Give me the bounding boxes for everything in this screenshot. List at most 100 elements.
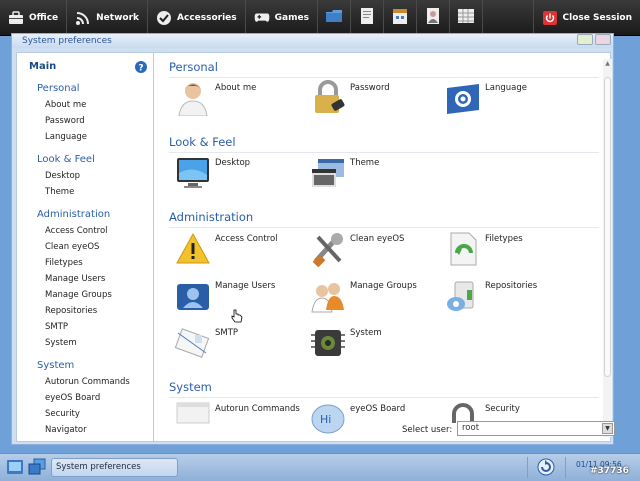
language-icon: [445, 80, 481, 116]
refresh-icon[interactable]: [537, 458, 555, 476]
quick-launch-files[interactable]: [318, 0, 351, 36]
top-menu-bar: Office Network Accessories Games Close S…: [0, 0, 640, 36]
content-scrollbar[interactable]: ▲ ▼: [603, 59, 612, 437]
svg-text:Hi: Hi: [320, 413, 331, 426]
power-icon: [542, 10, 558, 26]
quick-launch-spreadsheet[interactable]: [450, 0, 483, 36]
tools-icon: [310, 231, 346, 268]
pref-autorun-commands[interactable]: Autorun Commands: [175, 401, 300, 437]
document-icon: [359, 7, 375, 28]
chevron-down-icon[interactable]: ▼: [602, 423, 613, 434]
taskbar-system-preferences[interactable]: System preferences: [51, 458, 178, 477]
sidebar-item-repositories[interactable]: Repositories: [45, 306, 97, 316]
quick-launch-contacts[interactable]: [417, 0, 450, 36]
sidebar-category-personal[interactable]: Personal: [37, 83, 80, 94]
pref-manage-groups[interactable]: Manage Groups: [310, 278, 417, 314]
window-body: Main ? Personal About me Password Langua…: [16, 52, 615, 442]
pref-label: Access Control: [215, 234, 278, 244]
section-title-system: System: [169, 380, 212, 394]
sidebar-item-manage-users[interactable]: Manage Users: [45, 274, 105, 284]
pref-eyeos-board[interactable]: Hi eyeOS Board: [310, 401, 405, 437]
accessories-icon: [156, 10, 172, 26]
menu-accessories-label: Accessories: [177, 12, 237, 23]
sidebar-category-system[interactable]: System: [37, 360, 74, 371]
quick-launch-calendar[interactable]: [384, 0, 417, 36]
pref-language[interactable]: Language: [445, 80, 527, 116]
menu-office[interactable]: Office: [0, 0, 68, 36]
pref-label: eyeOS Board: [350, 404, 406, 414]
sidebar-item-navigator[interactable]: Navigator: [45, 425, 87, 435]
sidebar-item-password[interactable]: Password: [45, 116, 85, 126]
sidebar: Main ? Personal About me Password Langua…: [17, 53, 154, 441]
show-desktop-icon[interactable]: [6, 458, 24, 476]
users-admin-icon: [175, 278, 211, 314]
sidebar-item-manage-groups[interactable]: Manage Groups: [45, 290, 112, 300]
pref-clean-eyeos[interactable]: Clean eyeOS: [310, 231, 404, 268]
pref-smtp[interactable]: SMTP: [174, 325, 239, 361]
folder-icon: [325, 9, 343, 26]
section-divider: [169, 397, 599, 398]
sidebar-item-about-me[interactable]: About me: [45, 100, 86, 110]
pref-theme[interactable]: Theme: [310, 155, 379, 191]
scroll-up-icon[interactable]: ▲: [604, 60, 611, 67]
select-user-label: Select user:: [402, 425, 453, 435]
person-icon: [175, 80, 211, 117]
taskbar-separator: [565, 457, 566, 478]
section-divider: [169, 152, 599, 153]
sidebar-item-autorun-commands[interactable]: Autorun Commands: [45, 377, 130, 387]
wifi-icon: [75, 10, 91, 26]
pref-label: Autorun Commands: [215, 404, 300, 414]
pref-label: System: [350, 328, 382, 338]
menu-games[interactable]: Games: [246, 0, 318, 36]
svg-text:?: ?: [138, 64, 143, 74]
warning-icon: [175, 231, 211, 267]
window-title[interactable]: System preferences: [12, 34, 613, 48]
help-icon[interactable]: ?: [135, 61, 147, 74]
sidebar-item-access-control[interactable]: Access Control: [45, 226, 108, 236]
close-session-button[interactable]: Close Session: [532, 0, 640, 36]
sidebar-item-eyeos-board[interactable]: eyeOS Board: [45, 393, 100, 403]
repository-icon: [445, 278, 481, 314]
menu-games-label: Games: [274, 12, 309, 23]
pref-filetypes[interactable]: Filetypes: [445, 231, 523, 267]
menu-network[interactable]: Network: [67, 0, 149, 36]
menu-network-label: Network: [96, 12, 140, 23]
theme-icon: [310, 155, 346, 191]
scrollbar-thumb[interactable]: [604, 77, 611, 377]
quick-launch-documents[interactable]: [351, 0, 384, 36]
pref-access-control[interactable]: Access Control: [175, 231, 278, 267]
minimize-button[interactable]: [577, 34, 593, 45]
pref-label: Desktop: [215, 158, 251, 168]
sidebar-item-desktop[interactable]: Desktop: [45, 171, 80, 181]
menu-accessories[interactable]: Accessories: [148, 0, 246, 36]
sidebar-category-administration[interactable]: Administration: [37, 209, 110, 220]
sidebar-item-smtp[interactable]: SMTP: [45, 322, 68, 332]
pref-about-me[interactable]: About me: [175, 80, 256, 117]
windows-icon[interactable]: [28, 458, 46, 476]
hand-cursor-icon: [231, 309, 243, 326]
pref-password[interactable]: Password: [310, 80, 390, 116]
sidebar-item-theme[interactable]: Theme: [45, 187, 74, 197]
sidebar-item-security[interactable]: Security: [45, 409, 80, 419]
pref-label: Manage Groups: [350, 281, 417, 291]
sidebar-item-language[interactable]: Language: [45, 132, 87, 142]
pref-label: SMTP: [215, 328, 239, 338]
contacts-icon: [425, 7, 441, 28]
sidebar-item-system[interactable]: System: [45, 338, 77, 348]
sidebar-item-clean-eyeos[interactable]: Clean eyeOS: [45, 242, 99, 252]
pref-system[interactable]: System: [310, 325, 382, 361]
section-title-administration: Administration: [169, 210, 254, 224]
pref-desktop[interactable]: Desktop: [175, 155, 250, 191]
pref-label: Theme: [350, 158, 380, 168]
pref-manage-users[interactable]: Manage Users: [175, 278, 275, 314]
sidebar-category-look-feel[interactable]: Look & Feel: [37, 154, 95, 165]
select-user-dropdown[interactable]: root ▼: [457, 421, 615, 436]
sidebar-item-filetypes[interactable]: Filetypes: [45, 258, 83, 268]
menu-office-label: Office: [29, 12, 59, 23]
pref-label: Manage Users: [215, 281, 276, 291]
close-button[interactable]: [595, 34, 611, 45]
mail-icon: [174, 325, 211, 361]
filetypes-icon: [445, 231, 481, 267]
pref-repositories[interactable]: Repositories: [445, 278, 537, 314]
sidebar-main-heading[interactable]: Main: [29, 61, 56, 72]
